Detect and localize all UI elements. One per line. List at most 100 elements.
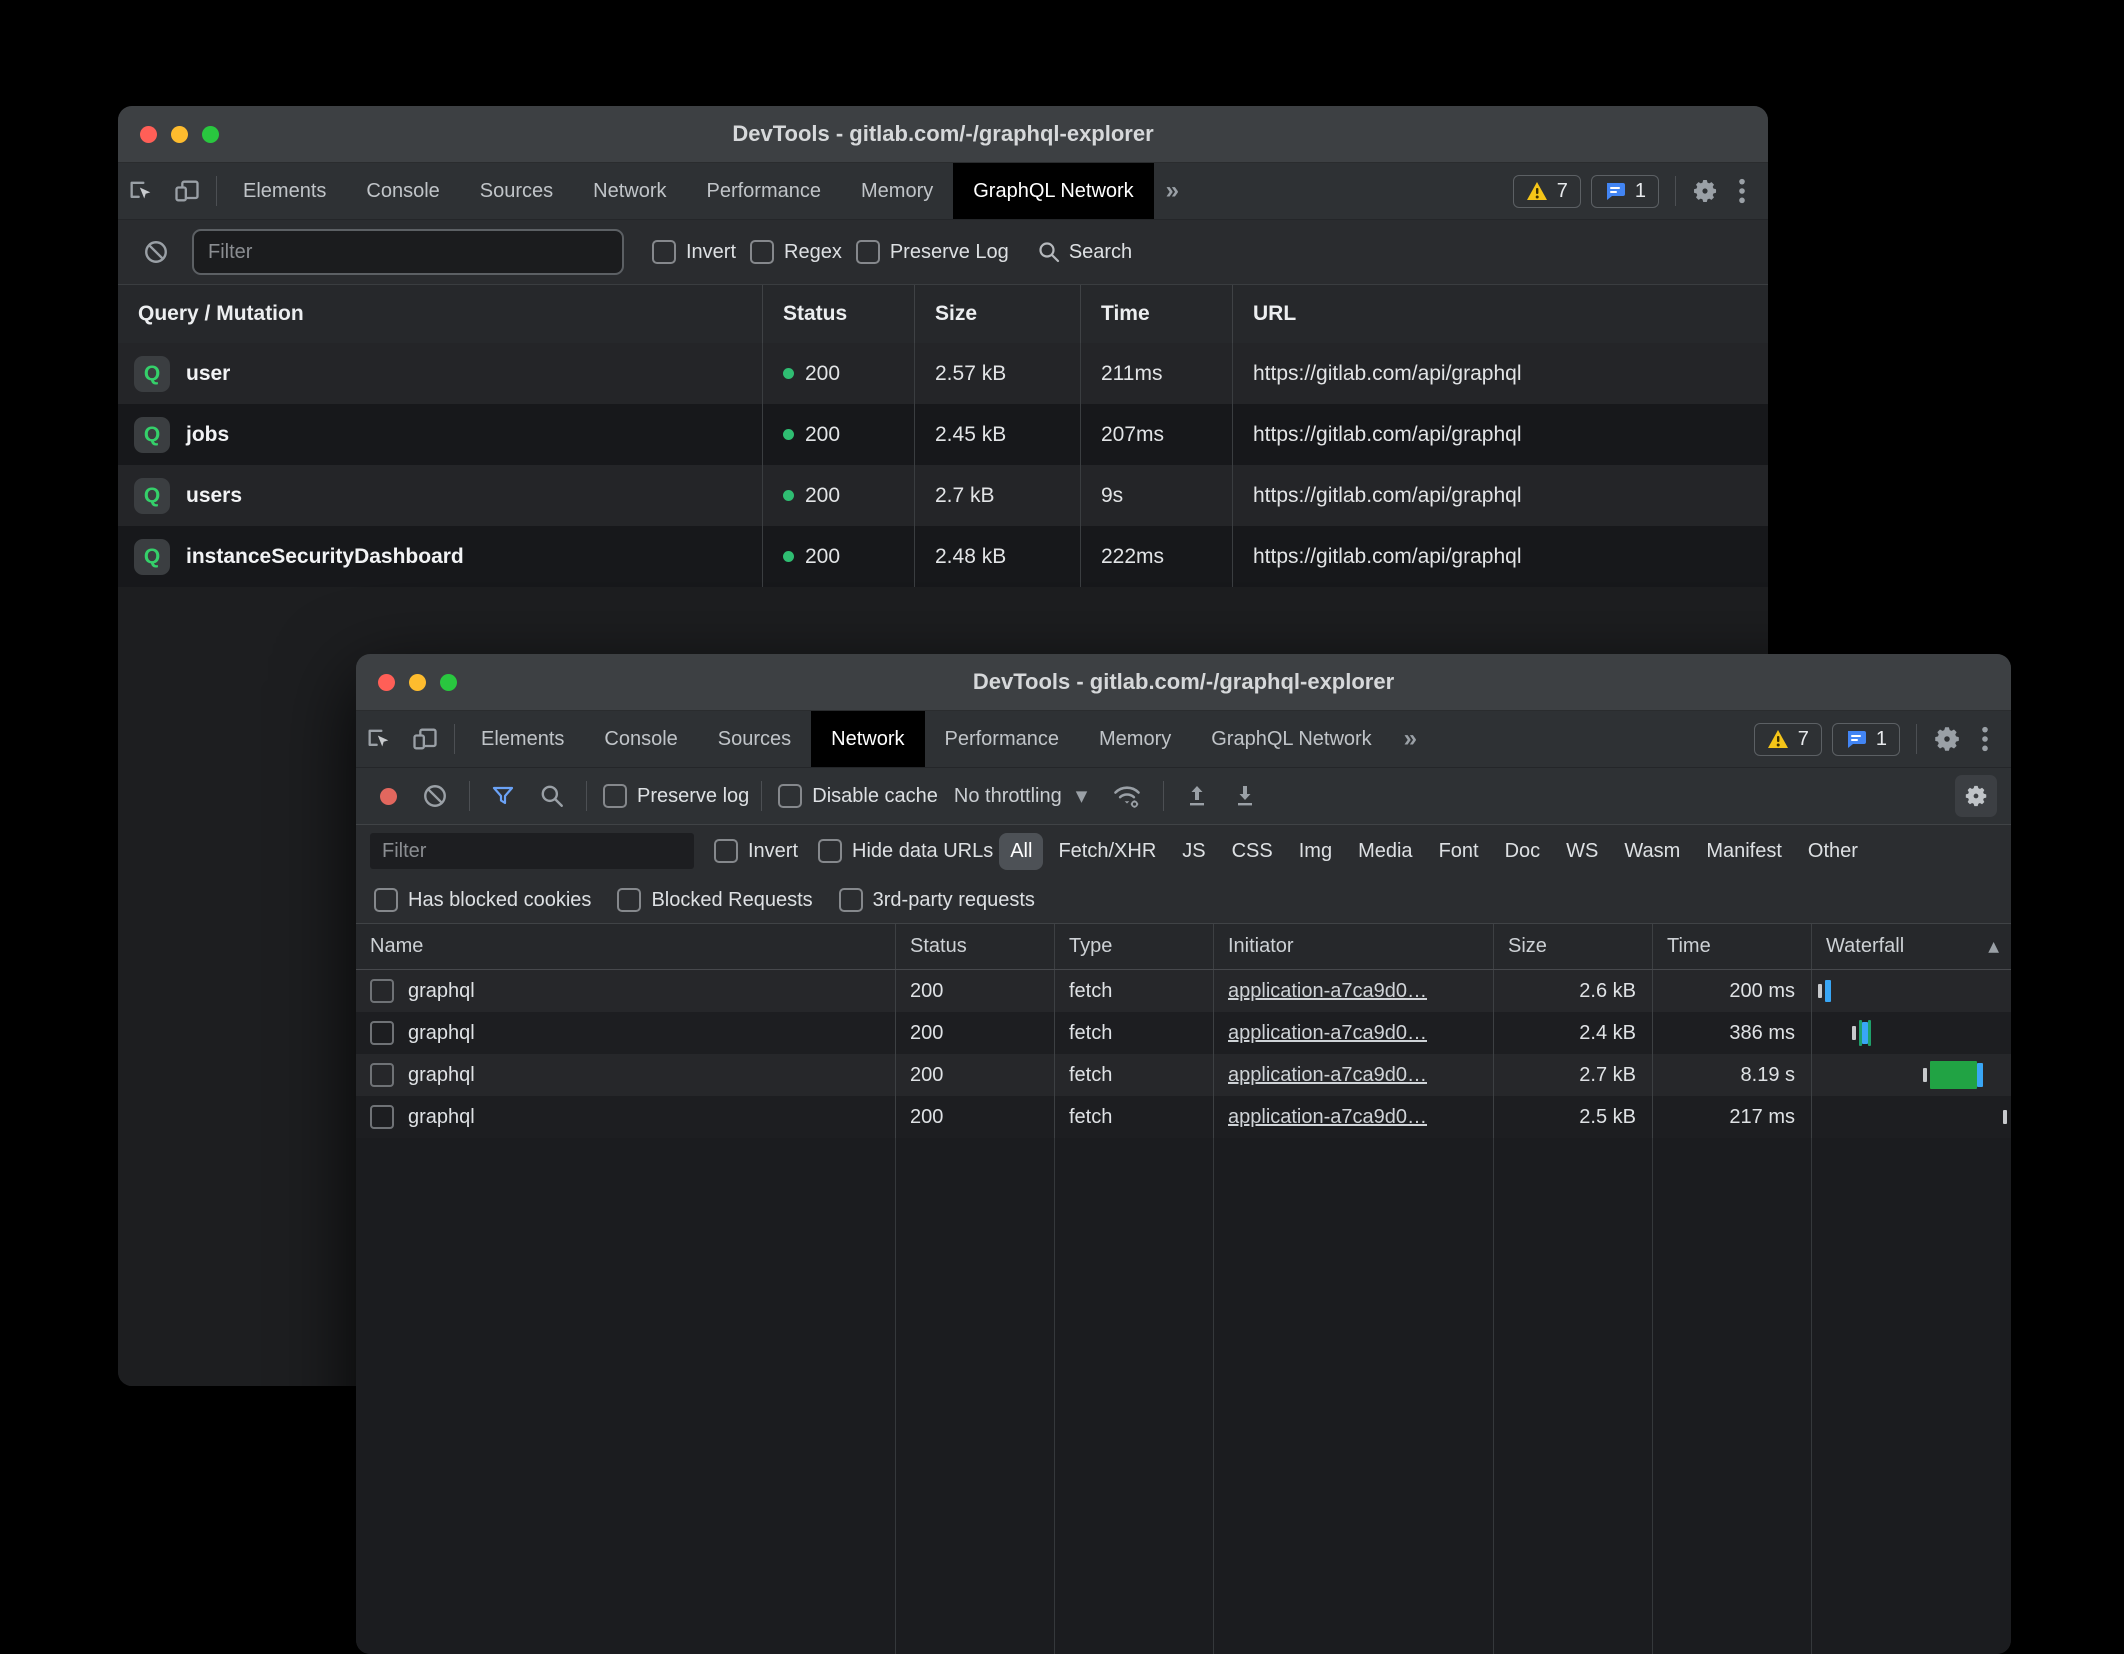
import-har-icon[interactable]: [1176, 783, 1218, 809]
panel-tab[interactable]: Memory: [1079, 711, 1191, 767]
settings-gear-icon[interactable]: [1682, 177, 1728, 205]
panel-tab[interactable]: Performance: [687, 163, 842, 219]
row-checkbox[interactable]: [370, 1021, 394, 1045]
table-row[interactable]: Qjobs 200 2.45 kB 207ms https://gitlab.c…: [118, 404, 1768, 465]
checkbox[interactable]: [374, 888, 398, 912]
filter-checkbox[interactable]: 3rd-party requests: [839, 888, 1035, 912]
checkbox[interactable]: [750, 240, 774, 264]
filter-checkbox[interactable]: Blocked Requests: [617, 888, 812, 912]
clear-icon[interactable]: [413, 783, 457, 809]
table-row[interactable]: graphql 200 fetch application-a7ca9d0… 2…: [356, 1096, 2011, 1138]
column-header[interactable]: Time: [1081, 285, 1233, 343]
type-filter-pill[interactable]: All: [999, 833, 1043, 870]
kebab-menu-icon[interactable]: [1971, 725, 1999, 753]
panel-tab[interactable]: Performance: [925, 711, 1080, 767]
filter-checkbox[interactable]: Regex: [750, 240, 842, 264]
invert-checkbox[interactable]: Invert: [714, 839, 798, 863]
type-filter-pill[interactable]: CSS: [1221, 833, 1284, 870]
disable-cache-checkbox[interactable]: Disable cache: [778, 784, 938, 808]
panel-tab[interactable]: Elements: [461, 711, 584, 767]
record-button[interactable]: [380, 788, 397, 805]
panel-tab[interactable]: Network: [573, 163, 686, 219]
panel-tab[interactable]: Console: [584, 711, 697, 767]
type-filter-pill[interactable]: Manifest: [1695, 833, 1793, 870]
kebab-menu-icon[interactable]: [1728, 177, 1756, 205]
issues-badge[interactable]: 1: [1591, 175, 1659, 208]
table-row[interactable]: QinstanceSecurityDashboard 200 2.48 kB 2…: [118, 526, 1768, 587]
type-filter-pill[interactable]: Wasm: [1613, 833, 1691, 870]
export-har-icon[interactable]: [1224, 783, 1266, 809]
checkbox[interactable]: [714, 839, 738, 863]
table-row[interactable]: Quser 200 2.57 kB 211ms https://gitlab.c…: [118, 343, 1768, 404]
warnings-badge[interactable]: 7: [1513, 175, 1581, 208]
column-header[interactable]: Type: [1055, 924, 1214, 969]
type-filter-pill[interactable]: Img: [1288, 833, 1343, 870]
type-filter-pill[interactable]: Doc: [1494, 833, 1552, 870]
type-filter-pill[interactable]: Other: [1797, 833, 1869, 870]
settings-gear-icon[interactable]: [1923, 724, 1971, 754]
column-header[interactable]: Size: [915, 285, 1081, 343]
type-filter-pill[interactable]: Media: [1347, 833, 1423, 870]
table-row[interactable]: Qusers 200 2.7 kB 9s https://gitlab.com/…: [118, 465, 1768, 526]
checkbox[interactable]: [617, 888, 641, 912]
search-icon[interactable]: [530, 783, 574, 809]
column-header[interactable]: Name: [356, 924, 896, 969]
checkbox[interactable]: [778, 784, 802, 808]
more-tabs-icon[interactable]: »: [1154, 163, 1191, 219]
panel-tab[interactable]: Console: [346, 163, 459, 219]
table-row[interactable]: graphql 200 fetch application-a7ca9d0… 2…: [356, 970, 2011, 1012]
device-toolbar-icon[interactable]: [164, 163, 210, 219]
column-header[interactable]: Status: [896, 924, 1055, 969]
column-header[interactable]: Size: [1494, 924, 1653, 969]
titlebar[interactable]: DevTools - gitlab.com/-/graphql-explorer: [356, 654, 2011, 711]
inspect-element-icon[interactable]: [356, 711, 402, 767]
panel-tab[interactable]: Sources: [460, 163, 573, 219]
filter-checkbox[interactable]: Preserve Log: [856, 240, 1009, 264]
table-row[interactable]: graphql 200 fetch application-a7ca9d0… 2…: [356, 1012, 2011, 1054]
clear-icon[interactable]: [134, 239, 178, 265]
checkbox[interactable]: [839, 888, 863, 912]
checkbox[interactable]: [818, 839, 842, 863]
titlebar[interactable]: DevTools - gitlab.com/-/graphql-explorer: [118, 106, 1768, 163]
hide-data-urls-checkbox[interactable]: Hide data URLs: [818, 839, 993, 863]
panel-tab[interactable]: GraphQL Network: [1191, 711, 1391, 767]
type-filter-pill[interactable]: WS: [1555, 833, 1609, 870]
row-checkbox[interactable]: [370, 1063, 394, 1087]
panel-tab[interactable]: Network: [811, 711, 924, 767]
type-filter-pill[interactable]: JS: [1171, 833, 1216, 870]
row-checkbox[interactable]: [370, 1105, 394, 1129]
panel-tab[interactable]: Sources: [698, 711, 811, 767]
search-control[interactable]: Search: [1037, 240, 1132, 264]
filter-funnel-icon[interactable]: [482, 784, 524, 808]
checkbox[interactable]: [603, 784, 627, 808]
device-toolbar-icon[interactable]: [402, 711, 448, 767]
network-conditions-icon[interactable]: [1103, 782, 1151, 810]
network-settings-button[interactable]: [1955, 775, 1997, 817]
more-tabs-icon[interactable]: »: [1392, 711, 1429, 767]
initiator-link[interactable]: application-a7ca9d0…: [1228, 1064, 1427, 1087]
panel-tab[interactable]: GraphQL Network: [953, 163, 1153, 219]
filter-checkbox[interactable]: Invert: [652, 240, 736, 264]
initiator-link[interactable]: application-a7ca9d0…: [1228, 980, 1427, 1003]
filter-checkbox[interactable]: Has blocked cookies: [374, 888, 591, 912]
column-header[interactable]: Status: [763, 285, 915, 343]
filter-input[interactable]: [370, 833, 694, 869]
inspect-element-icon[interactable]: [118, 163, 164, 219]
warnings-badge[interactable]: 7: [1754, 723, 1822, 756]
issues-badge[interactable]: 1: [1832, 723, 1900, 756]
column-header[interactable]: URL: [1233, 285, 1768, 343]
type-filter-pill[interactable]: Font: [1428, 833, 1490, 870]
preserve-log-checkbox[interactable]: Preserve log: [603, 784, 749, 808]
checkbox[interactable]: [856, 240, 880, 264]
column-header[interactable]: Waterfall ▲: [1812, 924, 2011, 969]
filter-input[interactable]: [192, 229, 624, 275]
column-header[interactable]: Query / Mutation: [118, 285, 763, 343]
column-header[interactable]: Initiator: [1214, 924, 1494, 969]
panel-tab[interactable]: Memory: [841, 163, 953, 219]
checkbox[interactable]: [652, 240, 676, 264]
table-row[interactable]: graphql 200 fetch application-a7ca9d0… 2…: [356, 1054, 2011, 1096]
initiator-link[interactable]: application-a7ca9d0…: [1228, 1106, 1427, 1129]
throttling-dropdown[interactable]: No throttling ▼: [944, 785, 1097, 808]
initiator-link[interactable]: application-a7ca9d0…: [1228, 1022, 1427, 1045]
panel-tab[interactable]: Elements: [223, 163, 346, 219]
